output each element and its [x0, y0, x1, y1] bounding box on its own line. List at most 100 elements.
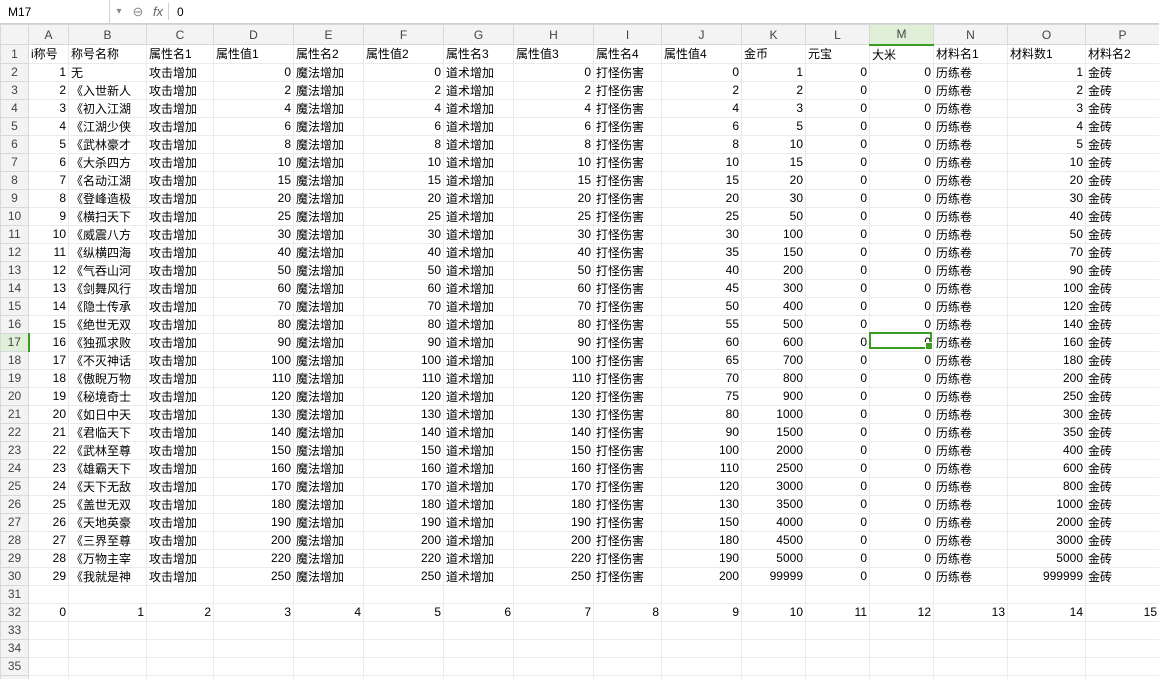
cell[interactable]: 攻击增加: [147, 315, 214, 333]
cell[interactable]: [214, 621, 294, 639]
cell[interactable]: [662, 639, 742, 657]
cell[interactable]: [806, 585, 870, 603]
cell[interactable]: 金砖: [1086, 189, 1159, 207]
cell[interactable]: 5: [29, 135, 69, 153]
cell[interactable]: [29, 621, 69, 639]
cell[interactable]: 0: [870, 117, 934, 135]
cell[interactable]: 《傲睨万物: [69, 369, 147, 387]
cell[interactable]: [934, 675, 1008, 679]
cell[interactable]: 金砖: [1086, 153, 1159, 171]
cell[interactable]: 4: [514, 99, 594, 117]
col-header-B[interactable]: B: [69, 25, 147, 45]
cell[interactable]: 0: [806, 207, 870, 225]
cell[interactable]: 10: [29, 225, 69, 243]
cell[interactable]: 道术增加: [444, 315, 514, 333]
cell[interactable]: 打怪伤害: [594, 441, 662, 459]
cell[interactable]: 110: [514, 369, 594, 387]
cell[interactable]: 打怪伤害: [594, 171, 662, 189]
cell[interactable]: 魔法增加: [294, 243, 364, 261]
cell[interactable]: [214, 675, 294, 679]
cell[interactable]: 40: [1008, 207, 1086, 225]
cell[interactable]: 35: [662, 243, 742, 261]
cell[interactable]: 99999: [742, 567, 806, 585]
cell[interactable]: 250: [214, 567, 294, 585]
cell[interactable]: 金砖: [1086, 405, 1159, 423]
cell[interactable]: 200: [1008, 369, 1086, 387]
cell[interactable]: 攻击增加: [147, 99, 214, 117]
cell[interactable]: 金砖: [1086, 135, 1159, 153]
cell[interactable]: 攻击增加: [147, 387, 214, 405]
cell[interactable]: 历练卷: [934, 261, 1008, 279]
cell[interactable]: 2: [214, 81, 294, 99]
cell[interactable]: [214, 639, 294, 657]
cell[interactable]: [594, 675, 662, 679]
cell[interactable]: 250: [514, 567, 594, 585]
cell[interactable]: 4: [29, 117, 69, 135]
cell[interactable]: 15: [742, 153, 806, 171]
cell[interactable]: 4500: [742, 531, 806, 549]
cell[interactable]: 130: [514, 405, 594, 423]
cell[interactable]: 金砖: [1086, 459, 1159, 477]
cell[interactable]: 7: [29, 171, 69, 189]
cell[interactable]: 100: [214, 351, 294, 369]
cell[interactable]: 历练卷: [934, 495, 1008, 513]
cell[interactable]: 50: [742, 207, 806, 225]
cell[interactable]: 打怪伤害: [594, 567, 662, 585]
row-header-28[interactable]: 28: [1, 531, 29, 549]
cell[interactable]: [870, 657, 934, 675]
cell[interactable]: 道术增加: [444, 243, 514, 261]
cell[interactable]: [214, 657, 294, 675]
cell[interactable]: 160: [514, 459, 594, 477]
cell[interactable]: 打怪伤害: [594, 135, 662, 153]
cell[interactable]: 0: [870, 189, 934, 207]
cell[interactable]: 10: [742, 135, 806, 153]
cell[interactable]: 70: [1008, 243, 1086, 261]
cell[interactable]: [1008, 639, 1086, 657]
cell[interactable]: [806, 657, 870, 675]
cell[interactable]: 140: [214, 423, 294, 441]
cell[interactable]: 攻击增加: [147, 171, 214, 189]
cell[interactable]: 0: [806, 459, 870, 477]
cell[interactable]: [662, 621, 742, 639]
cell[interactable]: 0: [806, 117, 870, 135]
cell[interactable]: 攻击增加: [147, 351, 214, 369]
cell[interactable]: 3: [1008, 99, 1086, 117]
cell[interactable]: 0: [514, 63, 594, 81]
cell[interactable]: 150: [214, 441, 294, 459]
cell[interactable]: 20: [662, 189, 742, 207]
cell[interactable]: 12: [29, 261, 69, 279]
cell[interactable]: 2: [662, 81, 742, 99]
cell[interactable]: [147, 621, 214, 639]
cell[interactable]: 《登峰造极: [69, 189, 147, 207]
row-header-8[interactable]: 8: [1, 171, 29, 189]
cell[interactable]: 700: [742, 351, 806, 369]
cell[interactable]: [364, 675, 444, 679]
cell[interactable]: 9: [29, 207, 69, 225]
cell[interactable]: 55: [662, 315, 742, 333]
col-header-J[interactable]: J: [662, 25, 742, 45]
cell[interactable]: 道术增加: [444, 63, 514, 81]
cell[interactable]: [742, 657, 806, 675]
cell[interactable]: [294, 585, 364, 603]
row-header-29[interactable]: 29: [1, 549, 29, 567]
cell[interactable]: 打怪伤害: [594, 99, 662, 117]
cell[interactable]: 350: [1008, 423, 1086, 441]
cell[interactable]: 17: [29, 351, 69, 369]
cell[interactable]: 道术增加: [444, 369, 514, 387]
cell[interactable]: 16: [29, 333, 69, 351]
cell[interactable]: 29: [29, 567, 69, 585]
cell[interactable]: 无: [69, 63, 147, 81]
cell[interactable]: 道术增加: [444, 225, 514, 243]
cell[interactable]: 魔法增加: [294, 423, 364, 441]
cell[interactable]: 历练卷: [934, 171, 1008, 189]
cell[interactable]: 历练卷: [934, 405, 1008, 423]
cell[interactable]: 20: [214, 189, 294, 207]
cell[interactable]: 道术增加: [444, 117, 514, 135]
cell[interactable]: 历练卷: [934, 513, 1008, 531]
cell[interactable]: 130: [662, 495, 742, 513]
cell[interactable]: 45: [662, 279, 742, 297]
cell[interactable]: 200: [662, 567, 742, 585]
cell[interactable]: 魔法增加: [294, 63, 364, 81]
cell[interactable]: 魔法增加: [294, 459, 364, 477]
cell[interactable]: 0: [870, 333, 934, 351]
